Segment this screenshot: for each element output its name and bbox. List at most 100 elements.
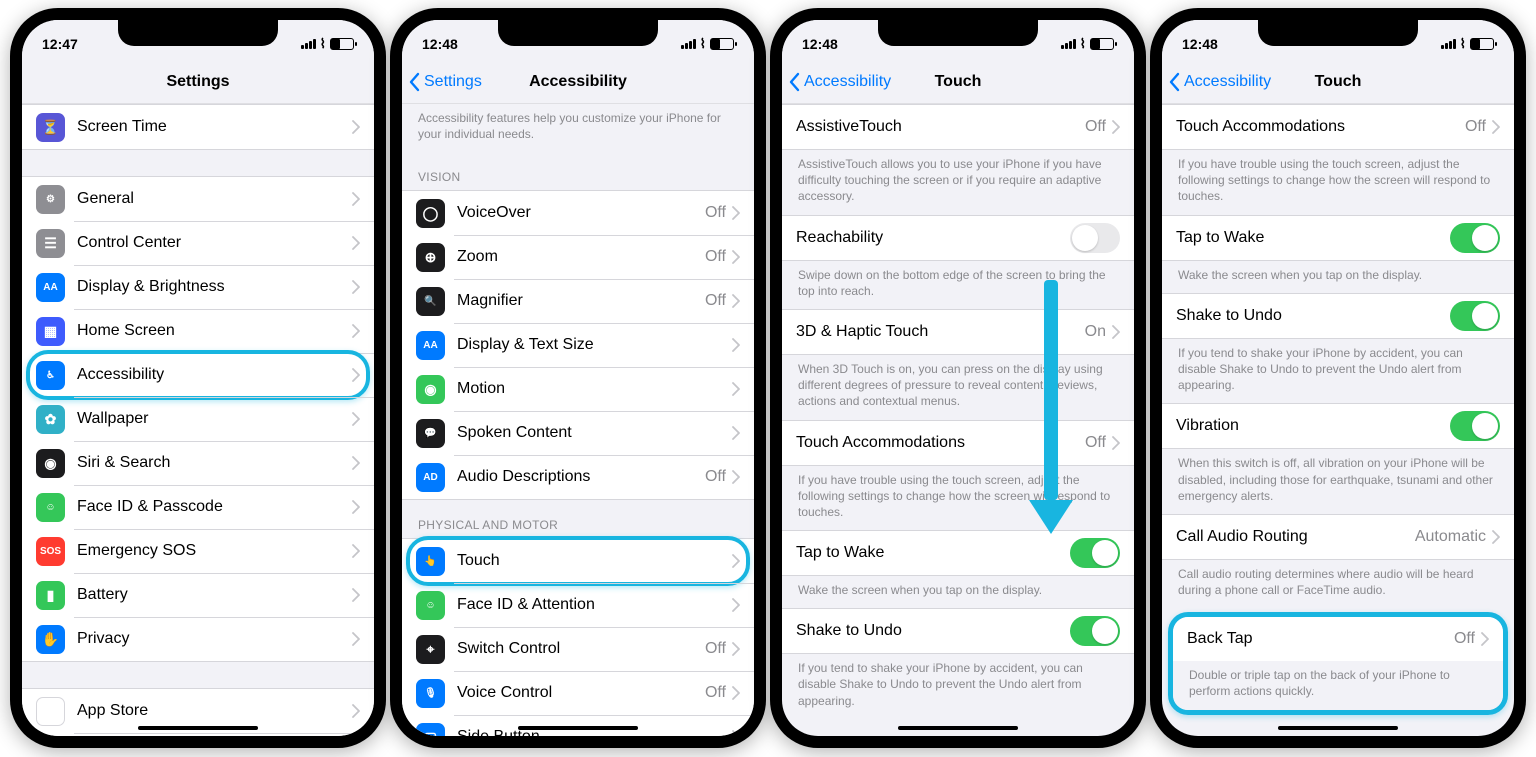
signal-icon (301, 39, 316, 49)
chevron-right-icon (352, 280, 360, 294)
settings-row[interactable]: ✋Privacy (22, 617, 374, 661)
settings-list: Vibration (1162, 403, 1514, 449)
chevron-right-icon (1492, 120, 1500, 134)
toggle-switch[interactable] (1070, 223, 1120, 253)
settings-row[interactable]: ☰Control Center (22, 221, 374, 265)
row-value: Off (705, 204, 726, 222)
row-label: Touch Accommodations (1176, 118, 1465, 136)
row-value: Off (705, 292, 726, 310)
settings-row[interactable]: Tap to Wake (1162, 216, 1514, 260)
back-button[interactable]: Accessibility (1168, 72, 1271, 92)
chevron-right-icon (352, 120, 360, 134)
settings-row[interactable]: AADisplay & Brightness (22, 265, 374, 309)
back-button[interactable]: Settings (408, 72, 482, 92)
flower-icon: ✿ (36, 405, 65, 434)
grid-icon: ▦ (36, 317, 65, 346)
settings-row[interactable]: 3D & Haptic TouchOn (782, 310, 1134, 354)
settings-row[interactable]: Reachability (782, 216, 1134, 260)
row-label: General (77, 190, 352, 208)
settings-list: ⏳Screen Time (22, 104, 374, 150)
zoom-icon: ⊕ (416, 243, 445, 272)
settings-row[interactable]: ✿Wallpaper (22, 397, 374, 441)
home-indicator[interactable] (898, 726, 1018, 730)
settings-row[interactable]: 💳Wallet & Apple Pay (22, 733, 374, 736)
settings-row[interactable]: Vibration (1162, 404, 1514, 448)
row-label: Display & Text Size (457, 336, 732, 354)
settings-row[interactable]: ▦Home Screen (22, 309, 374, 353)
settings-row[interactable]: ⏳Screen Time (22, 105, 374, 149)
section-footer: Call audio routing determines where audi… (1162, 560, 1514, 608)
settings-row[interactable]: ◯VoiceOverOff (402, 191, 754, 235)
battery-icon (1470, 38, 1494, 50)
settings-row[interactable]: ▮Battery (22, 573, 374, 617)
chevron-right-icon (732, 470, 740, 484)
settings-row[interactable]: ⚙︎General (22, 177, 374, 221)
content-scroll[interactable]: Accessibility features help you customiz… (402, 104, 754, 736)
row-label: Tap to Wake (1176, 229, 1450, 247)
settings-list: Tap to Wake (782, 530, 1134, 576)
settings-row[interactable]: Shake to Undo (782, 609, 1134, 653)
phone-frame: 12:47⌇Settings⏳Screen Time⚙︎General☰Cont… (10, 8, 386, 748)
section-footer: If you have trouble using the touch scre… (782, 466, 1134, 531)
row-label: App Store (77, 702, 352, 720)
notch (498, 20, 658, 46)
row-label: 3D & Haptic Touch (796, 323, 1085, 341)
status-time: 12:48 (1182, 36, 1218, 52)
settings-row[interactable]: Touch AccommodationsOff (1162, 105, 1514, 149)
back-label: Settings (424, 73, 482, 91)
settings-row[interactable]: 🎙Voice ControlOff (402, 671, 754, 715)
settings-list: AssistiveTouchOff (782, 104, 1134, 150)
settings-row[interactable]: 💬Spoken Content (402, 411, 754, 455)
toggle-switch[interactable] (1450, 411, 1500, 441)
content-scroll[interactable]: AssistiveTouchOffAssistiveTouch allows y… (782, 104, 1134, 736)
row-value: Off (705, 640, 726, 658)
section-header: VISION (402, 152, 754, 190)
settings-row[interactable]: ⊕ZoomOff (402, 235, 754, 279)
settings-row[interactable]: 👆Touch (402, 539, 754, 583)
toggle-switch[interactable] (1450, 223, 1500, 253)
row-value: Off (1085, 434, 1106, 452)
home-indicator[interactable] (518, 726, 638, 730)
settings-row[interactable]: ♿︎Accessibility (22, 353, 374, 397)
settings-row[interactable]: AADisplay & Text Size (402, 323, 754, 367)
ad-icon: AD (416, 463, 445, 492)
row-label: Privacy (77, 630, 352, 648)
phone-screen: 12:47⌇Settings⏳Screen Time⚙︎General☰Cont… (22, 20, 374, 736)
toggle-switch[interactable] (1450, 301, 1500, 331)
settings-row[interactable]: ⌖Switch ControlOff (402, 627, 754, 671)
content-scroll[interactable]: ⏳Screen Time ⚙︎General☰Control CenterAADi… (22, 104, 374, 736)
chevron-right-icon (352, 324, 360, 338)
settings-row[interactable]: ◉Motion (402, 367, 754, 411)
settings-row[interactable]: Tap to Wake (782, 531, 1134, 575)
settings-row[interactable]: ☺︎Face ID & Passcode (22, 485, 374, 529)
settings-row[interactable]: 🔍MagnifierOff (402, 279, 754, 323)
settings-row[interactable]: Back TapOff (1173, 617, 1503, 661)
speech-icon: 💬 (416, 419, 445, 448)
chevron-right-icon (352, 456, 360, 470)
settings-row[interactable]: SOSEmergency SOS (22, 529, 374, 573)
phone-frame: 12:48⌇AccessibilityTouchTouch Accommodat… (1150, 8, 1526, 748)
toggle-switch[interactable] (1070, 616, 1120, 646)
back-button[interactable]: Accessibility (788, 72, 891, 92)
nav-bar: AccessibilityTouch (1162, 60, 1514, 104)
settings-list: 👆Touch☺︎Face ID & Attention⌖Switch Contr… (402, 538, 754, 736)
settings-row[interactable]: ☺︎Face ID & Attention (402, 583, 754, 627)
settings-row[interactable]: AssistiveTouchOff (782, 105, 1134, 149)
nav-bar: AccessibilityTouch (782, 60, 1134, 104)
toggle-switch[interactable] (1070, 538, 1120, 568)
faceid-icon: ☺︎ (416, 591, 445, 620)
settings-row[interactable]: Touch AccommodationsOff (782, 421, 1134, 465)
chevron-right-icon (1112, 120, 1120, 134)
settings-row[interactable]: Call Audio RoutingAutomatic (1162, 515, 1514, 559)
appstore-icon: A (36, 697, 65, 726)
settings-row[interactable]: ADAudio DescriptionsOff (402, 455, 754, 499)
row-label: Display & Brightness (77, 278, 352, 296)
settings-row[interactable]: Shake to Undo (1162, 294, 1514, 338)
touch-icon: 👆 (416, 547, 445, 576)
settings-row[interactable]: ◉Siri & Search (22, 441, 374, 485)
home-indicator[interactable] (138, 726, 258, 730)
chevron-right-icon (352, 704, 360, 718)
content-scroll[interactable]: Touch AccommodationsOffIf you have troub… (1162, 104, 1514, 736)
row-label: Battery (77, 586, 352, 604)
home-indicator[interactable] (1278, 726, 1398, 730)
